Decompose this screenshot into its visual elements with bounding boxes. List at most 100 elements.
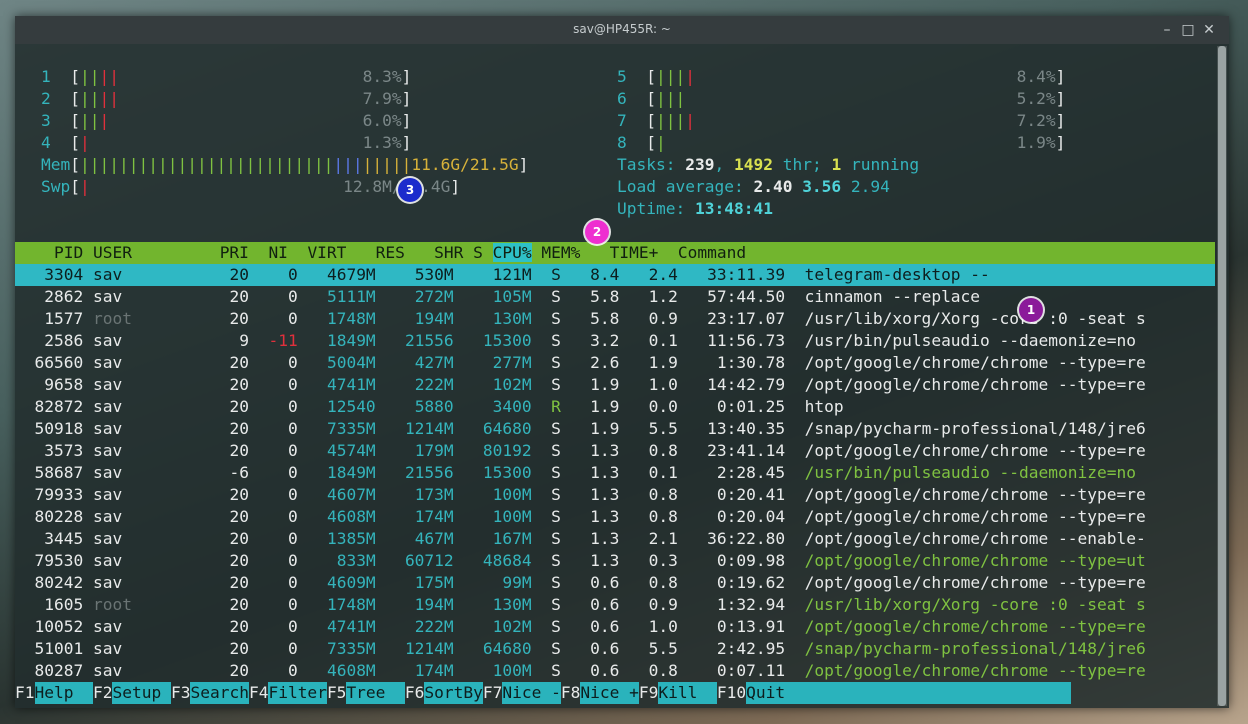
fkey-f7[interactable]: F7 (483, 683, 503, 702)
scrollbar-thumb[interactable] (1218, 46, 1226, 706)
col-shr[interactable]: SHR (434, 243, 463, 262)
maximize-icon[interactable]: □ (1178, 20, 1198, 40)
uptime: Uptime: 13:48:41 (617, 199, 773, 218)
cpu-meter-2: 2 [|||| 7.9%] (41, 89, 412, 108)
fkey-label-f10[interactable]: Quit (746, 682, 1072, 704)
cell-pid: 9658 (44, 375, 84, 394)
cell-cmd: telegram-desktop -- (804, 265, 990, 284)
process-row[interactable]: 3573 sav 20 0 4574M 179M 80192 S 1.3 0.8… (15, 440, 1215, 462)
col-command[interactable]: Command (678, 243, 746, 262)
cell-time: 0:13.91 (716, 617, 786, 636)
htop-terminal[interactable]: 1 [|||| 8.3%] 2 [|||| 7.9%] 3 [||| 6.0%]… (15, 44, 1229, 708)
process-row[interactable]: 58687 sav -6 0 1849M 21556 15300 S 1.3 0… (15, 462, 1215, 484)
cell-ni: 0 (287, 661, 298, 680)
cell-shr: 102M (492, 617, 532, 636)
cell-virt: 4679M (326, 265, 376, 284)
process-row[interactable]: 3304 sav 20 0 4679M 530M 121M S 8.4 2.4 … (15, 264, 1215, 286)
cell-cmd: /opt/google/chrome/chrome --type=re (804, 617, 1146, 636)
cell-pid: 80242 (34, 573, 84, 592)
close-icon[interactable]: ✕ (1199, 20, 1219, 40)
fkey-f4[interactable]: F4 (249, 683, 269, 702)
cell-ni: 0 (287, 529, 298, 548)
cell-mem: 0.9 (648, 595, 678, 614)
process-row[interactable]: 79933 sav 20 0 4607M 173M 100M S 1.3 0.8… (15, 484, 1215, 506)
fkey-label-f1[interactable]: Help (34, 682, 93, 704)
fkey-f10[interactable]: F10 (717, 683, 746, 702)
cpu-meter-6: 6 [||| 5.2%] (617, 89, 1066, 108)
col-user[interactable]: USER (93, 243, 132, 262)
process-row[interactable]: 9658 sav 20 0 4741M 222M 102M S 1.9 1.0 … (15, 374, 1215, 396)
minimize-icon[interactable]: – (1157, 20, 1177, 40)
col-time[interactable]: TIME+ (610, 243, 659, 262)
cell-pri: 20 (229, 573, 249, 592)
process-row[interactable]: 80287 sav 20 0 4608M 174M 100M S 0.6 0.8… (15, 660, 1215, 682)
process-row[interactable]: 2586 sav 9 -11 1849M 21556 15300 S 3.2 0… (15, 330, 1215, 352)
cell-cpu: 0.6 (590, 617, 620, 636)
fkey-f2[interactable]: F2 (93, 683, 113, 702)
cell-ni: 0 (287, 441, 298, 460)
process-row[interactable]: 80228 sav 20 0 4608M 174M 100M S 1.3 0.8… (15, 506, 1215, 528)
cell-res: 222M (414, 375, 454, 394)
fkey-label-f8[interactable]: Nice + (580, 682, 639, 704)
process-row[interactable]: 3445 sav 20 0 1385M 467M 167M S 1.3 2.1 … (15, 528, 1215, 550)
cell-res: 60712 (404, 551, 454, 570)
cell-virt: 4608M (326, 661, 376, 680)
fkey-label-f2[interactable]: Setup (112, 682, 171, 704)
cell-cmd: htop (804, 397, 844, 416)
process-row[interactable]: 66560 sav 20 0 5004M 427M 277M S 2.6 1.9… (15, 352, 1215, 374)
col-pri[interactable]: PRI (220, 243, 249, 262)
fkey-f6[interactable]: F6 (405, 683, 425, 702)
cell-pid: 82872 (34, 397, 84, 416)
col-state[interactable]: S (473, 243, 483, 262)
fkey-label-f5[interactable]: Tree (346, 682, 405, 704)
cell-s: S (551, 441, 561, 460)
fkey-label-f3[interactable]: Search (190, 682, 249, 704)
process-row[interactable]: 80242 sav 20 0 4609M 175M 99M S 0.6 0.8 … (15, 572, 1215, 594)
memory-meter: Mem[||||||||||||||||||||||||||||||||||11… (41, 155, 529, 174)
cell-pri: 20 (229, 375, 249, 394)
cell-shr: 80192 (482, 441, 532, 460)
cell-user: sav (92, 485, 123, 504)
cell-shr: 99M (502, 573, 532, 592)
cell-s: S (551, 661, 561, 680)
process-row[interactable]: 10052 sav 20 0 4741M 222M 102M S 0.6 1.0… (15, 616, 1215, 638)
col-cpu[interactable]: CPU% (492, 243, 532, 262)
cell-cpu: 0.6 (590, 595, 620, 614)
cell-cpu: 1.3 (590, 507, 620, 526)
cell-time: 0:01.25 (716, 397, 786, 416)
fkey-label-f9[interactable]: Kill (658, 682, 717, 704)
fkey-f9[interactable]: F9 (639, 683, 659, 702)
fkey-f3[interactable]: F3 (171, 683, 191, 702)
col-ni[interactable]: NI (268, 243, 288, 262)
cell-pri: 20 (229, 529, 249, 548)
title-bar[interactable]: sav@HP455R: ~ – □ ✕ (15, 16, 1229, 44)
cell-cmd: cinnamon --replace (804, 287, 981, 306)
cell-time: 33:11.39 (707, 265, 786, 284)
col-res[interactable]: RES (376, 243, 405, 262)
fkey-f5[interactable]: F5 (327, 683, 347, 702)
process-row[interactable]: 1605 root 20 0 1748M 194M 130M S 0.6 0.9… (15, 594, 1215, 616)
cell-time: 2:28.45 (716, 463, 786, 482)
cell-user: sav (92, 331, 123, 350)
cell-user: sav (92, 639, 123, 658)
cell-time: 23:41.14 (707, 441, 786, 460)
col-mem[interactable]: MEM% (541, 243, 580, 262)
process-table-header[interactable]: PID USER PRI NI VIRT RES SHR S CPU% MEM%… (15, 242, 1215, 264)
process-row[interactable]: 50918 sav 20 0 7335M 1214M 64680 S 1.9 5… (15, 418, 1215, 440)
cell-pri: 20 (229, 287, 249, 306)
process-row[interactable]: 82872 sav 20 0 12540 5880 3400 R 1.9 0.0… (15, 396, 1215, 418)
process-row[interactable]: 79530 sav 20 0 833M 60712 48684 S 1.3 0.… (15, 550, 1215, 572)
fkey-label-f4[interactable]: Filter (268, 682, 327, 704)
fkey-label-f7[interactable]: Nice - (502, 682, 561, 704)
scrollbar[interactable] (1217, 46, 1227, 706)
col-pid[interactable]: PID (15, 243, 83, 262)
cell-user: sav (92, 551, 123, 570)
cell-cmd: /usr/bin/pulseaudio --daemonize=no (804, 331, 1136, 350)
fkey-label-f6[interactable]: SortBy (424, 682, 483, 704)
process-row[interactable]: 51001 sav 20 0 7335M 1214M 64680 S 0.6 5… (15, 638, 1215, 660)
fkey-f1[interactable]: F1 (15, 683, 35, 702)
load-average: Load average: 2.40 3.56 2.94 (617, 177, 890, 196)
cell-ni: 0 (287, 309, 298, 328)
col-virt[interactable]: VIRT (307, 243, 346, 262)
fkey-f8[interactable]: F8 (561, 683, 581, 702)
